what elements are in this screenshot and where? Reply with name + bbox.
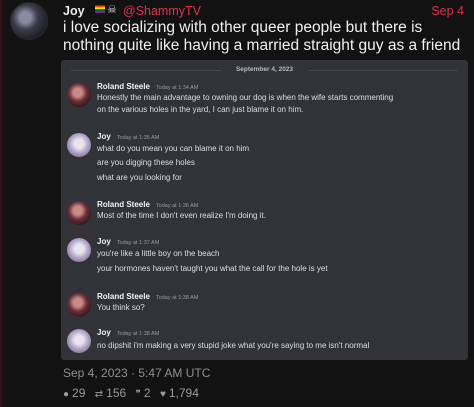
- author-name[interactable]: Joy: [63, 4, 85, 18]
- avatar: [67, 133, 91, 157]
- quote-icon: ❞: [135, 389, 141, 400]
- skull-icon: ☠: [107, 4, 117, 16]
- message-line: Most of the time I don't even realize I'…: [97, 211, 266, 220]
- heart-icon: ♥: [159, 389, 166, 400]
- avatar: [67, 238, 91, 262]
- message-line: on the various holes in the yard, I can …: [97, 105, 304, 114]
- tweet-text: i love socializing with other queer peop…: [63, 19, 461, 54]
- message-line: You think so?: [97, 303, 145, 312]
- message-line: Honestly the main advantage to owning ou…: [97, 93, 394, 102]
- message-author: Joy: [97, 328, 111, 337]
- discord-screenshot: September 4, 2023 Roland Steele Today at …: [61, 60, 468, 360]
- tweet-header: Joy ☠ @ShammyTV Sep 4: [12, 3, 470, 19]
- message-line: are you digging these holes: [97, 158, 195, 167]
- post-date[interactable]: Sep 4: [431, 4, 464, 18]
- message-time: Today at 1:38 AM: [116, 331, 160, 337]
- retweet-icon: ⇄: [94, 389, 104, 400]
- pride-flag-icon: [95, 5, 105, 13]
- comment-count: 29: [72, 386, 86, 400]
- like-stat[interactable]: ♥ 1,794: [160, 386, 199, 400]
- avatar: [67, 293, 91, 317]
- message-author: Roland Steele: [97, 292, 150, 301]
- message-line: your hormones haven't taught you what th…: [97, 264, 328, 273]
- tweet-timestamp[interactable]: Sep 4, 2023 · 5:47 AM UTC: [63, 366, 210, 380]
- comment-stat[interactable]: ● 29: [63, 386, 85, 400]
- date-separator: September 4, 2023: [61, 66, 468, 73]
- tweet-stats: ● 29 ⇄ 156 ❞ 2 ♥ 1,794: [63, 386, 205, 400]
- message-author: Joy: [97, 237, 111, 246]
- avatar: [67, 201, 91, 225]
- message-time: Today at 1:37 AM: [116, 240, 160, 246]
- quote-count: 2: [143, 386, 151, 400]
- tweet: Joy ☠ @ShammyTV Sep 4 i love socializing…: [0, 0, 474, 407]
- like-count: 1,794: [168, 386, 199, 400]
- message-author: Roland Steele: [97, 200, 150, 209]
- quote-stat[interactable]: ❞ 2: [136, 386, 151, 400]
- author-handle[interactable]: @ShammyTV: [123, 4, 201, 18]
- message-line: what do you mean you can blame it on him: [97, 144, 250, 153]
- message-time: Today at 1:36 AM: [155, 203, 199, 209]
- retweet-stat[interactable]: ⇄ 156: [95, 386, 126, 400]
- avatar: [67, 83, 91, 107]
- comment-icon: ●: [63, 389, 70, 400]
- message-time: Today at 1:35 AM: [116, 135, 160, 141]
- message-time: Today at 1:34 AM: [155, 85, 199, 91]
- message-time: Today at 1:38 AM: [155, 295, 199, 301]
- message-line: what are you looking for: [97, 173, 182, 182]
- message-line: no dipshit i'm making a very stupid joke…: [97, 341, 370, 350]
- message-author: Roland Steele: [97, 82, 150, 91]
- avatar: [67, 329, 91, 353]
- message-line: you're like a little boy on the beach: [97, 249, 220, 258]
- message-author: Joy: [97, 132, 111, 141]
- retweet-count: 156: [106, 386, 127, 400]
